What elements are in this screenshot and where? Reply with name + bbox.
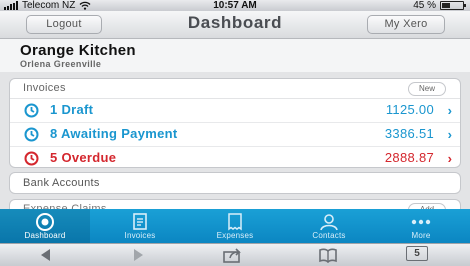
tab-label: Contacts xyxy=(312,231,346,240)
invoices-card: Invoices New 1 Draft 1125.00 › 8 Awaitin… xyxy=(9,78,461,168)
tabs-count-button[interactable]: 5 xyxy=(406,246,428,261)
user-name: Orlena Greenville xyxy=(20,59,102,69)
forward-arrow-icon[interactable] xyxy=(130,247,146,263)
invoices-title: Invoices xyxy=(23,82,66,94)
tab-bar: Dashboard Invoices Expenses Contacts Mor… xyxy=(0,209,470,243)
clock-icon xyxy=(24,127,39,142)
expenses-icon xyxy=(228,213,242,231)
battery-icon xyxy=(440,1,466,10)
dashboard-icon xyxy=(36,213,54,231)
invoice-row-label: 8 Awaiting Payment xyxy=(50,126,178,141)
tab-dashboard[interactable]: Dashboard xyxy=(0,209,90,243)
chevron-right-icon: › xyxy=(447,103,452,118)
invoice-row-overdue[interactable]: 5 Overdue 2888.87 › xyxy=(10,147,460,170)
organization-name: Orange Kitchen xyxy=(20,42,136,59)
battery-percent: 45 % xyxy=(413,0,436,11)
invoice-row-awaiting-payment[interactable]: 8 Awaiting Payment 3386.51 › xyxy=(10,123,460,147)
chevron-right-icon: › xyxy=(447,151,452,166)
status-time: 10:57 AM xyxy=(213,0,257,11)
invoices-header: Invoices New xyxy=(10,79,460,99)
invoice-row-label: 5 Overdue xyxy=(50,150,117,165)
invoices-icon xyxy=(133,213,147,230)
invoice-row-amount: 2888.87 xyxy=(384,150,434,165)
tab-label: Expenses xyxy=(216,231,254,240)
navigation-bar: Logout Dashboard My Xero xyxy=(0,11,470,39)
bank-accounts-card[interactable]: Bank Accounts xyxy=(9,172,461,194)
status-bar: Telecom NZ 10:57 AM 45 % xyxy=(0,0,470,11)
clock-icon xyxy=(24,103,39,118)
my-xero-button[interactable]: My Xero xyxy=(367,15,445,34)
back-arrow-icon[interactable] xyxy=(38,247,54,263)
more-icon xyxy=(411,219,431,225)
clock-icon xyxy=(24,151,39,166)
bank-accounts-title: Bank Accounts xyxy=(23,177,100,189)
tab-label: More xyxy=(411,231,431,240)
contacts-icon xyxy=(320,214,338,231)
bookmarks-icon[interactable] xyxy=(318,247,338,263)
new-invoice-button[interactable]: New xyxy=(408,82,446,96)
tab-label: Invoices xyxy=(124,231,156,240)
tab-contacts[interactable]: Contacts xyxy=(284,209,374,243)
tab-expenses[interactable]: Expenses xyxy=(190,209,280,243)
status-right: 45 % xyxy=(413,0,466,11)
chevron-right-icon: › xyxy=(447,127,452,142)
invoice-row-draft[interactable]: 1 Draft 1125.00 › xyxy=(10,99,460,123)
share-icon[interactable] xyxy=(222,247,244,263)
browser-toolbar: 5 xyxy=(0,243,470,266)
invoice-row-label: 1 Draft xyxy=(50,102,94,117)
invoice-row-amount: 1125.00 xyxy=(385,102,434,117)
tab-more[interactable]: More xyxy=(376,209,466,243)
organization-header: Orange Kitchen Orlena Greenville xyxy=(0,39,470,72)
tab-invoices[interactable]: Invoices xyxy=(95,209,185,243)
tab-label: Dashboard xyxy=(24,231,66,240)
invoice-row-amount: 3386.51 xyxy=(384,126,434,141)
